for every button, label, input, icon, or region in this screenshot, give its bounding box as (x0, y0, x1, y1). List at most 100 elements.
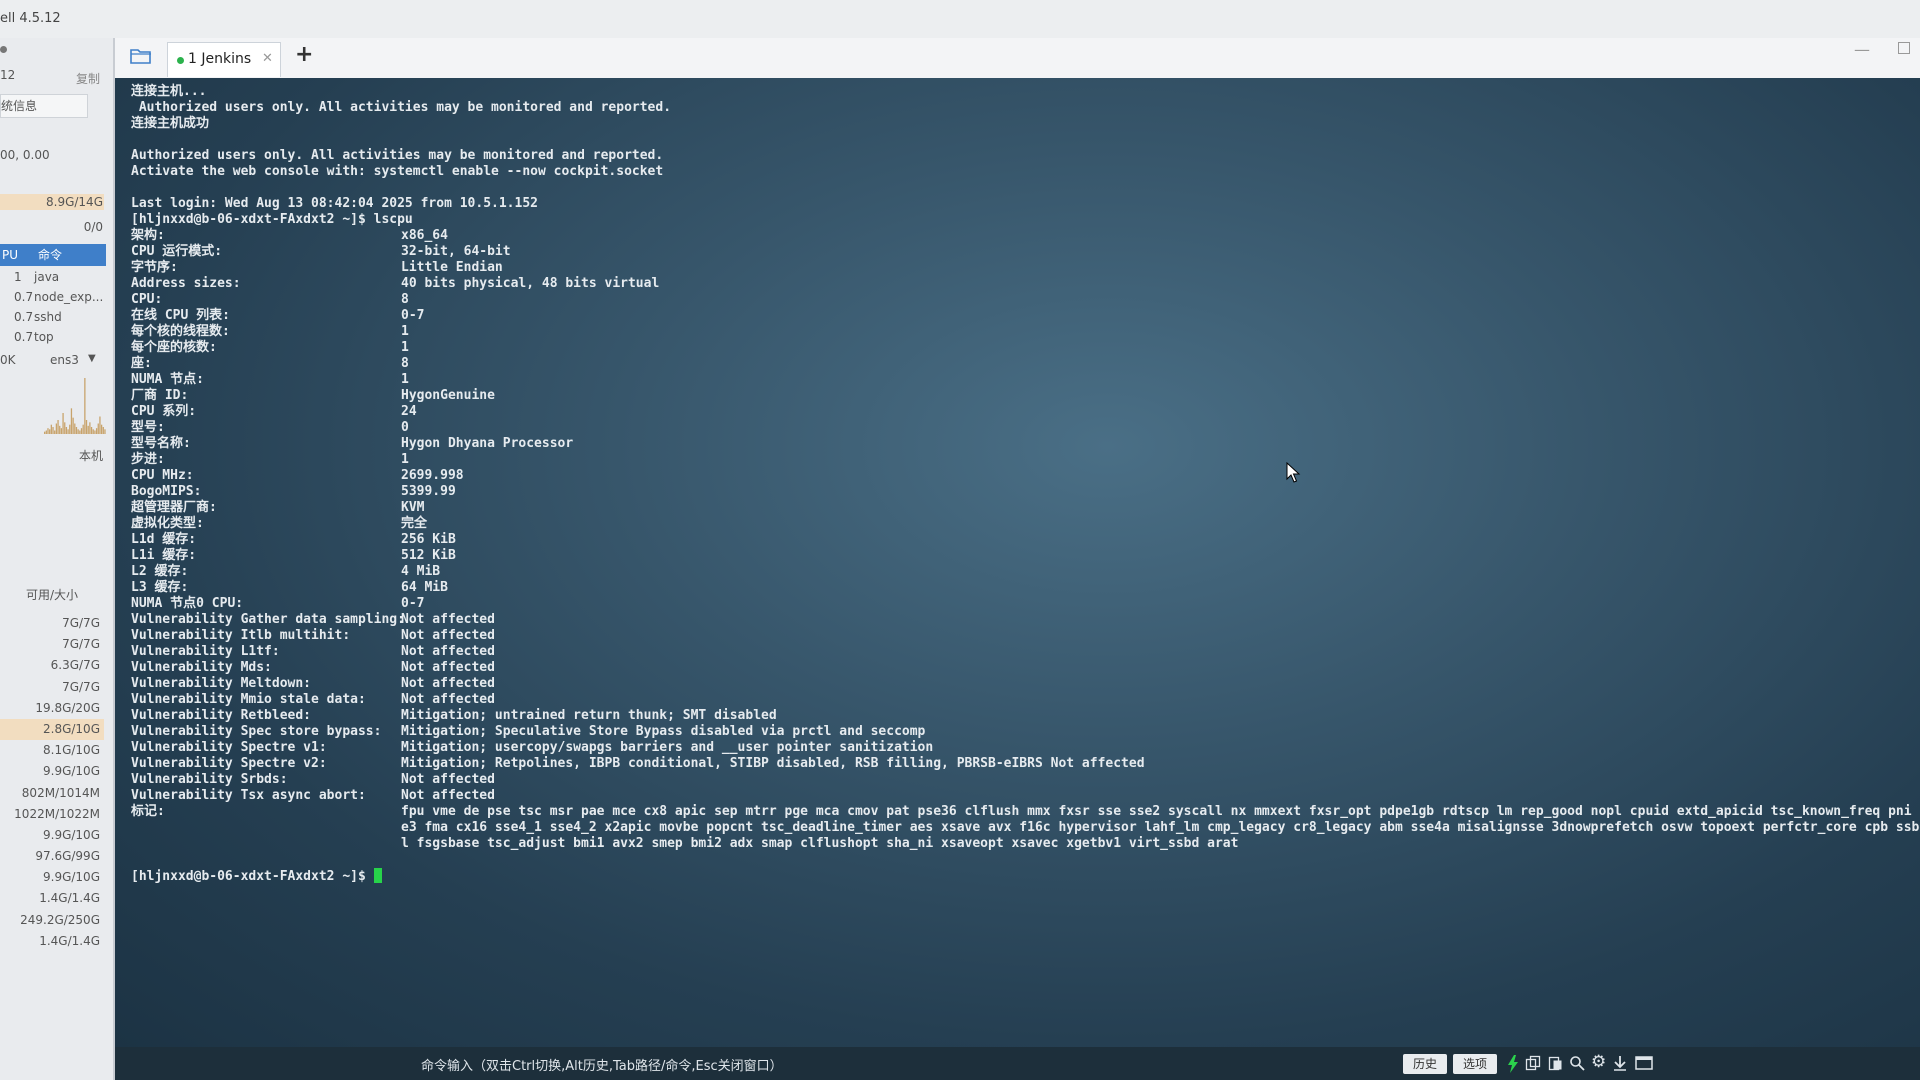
disk-row[interactable]: 1.4G/1.4G (0, 931, 104, 952)
lscpu-row: L1d 缓存: 256 KiB (131, 532, 1920, 548)
network-bar (100, 424, 103, 434)
disk-row[interactable]: 6.3G/7G (0, 655, 104, 676)
terminal-line: Authorized users only. All activities ma… (131, 148, 664, 163)
lscpu-key: 架构: (131, 228, 165, 243)
lscpu-key: L1d 缓存: (131, 532, 197, 547)
process-table-header[interactable]: PU 命令 (0, 244, 106, 266)
disk-row[interactable]: 1022M/1022M (0, 804, 104, 825)
disk-row[interactable]: 1.4G/1.4G (0, 888, 104, 909)
lscpu-value: 0-7 (401, 596, 425, 611)
lscpu-row: BogoMIPS: 5399.99 (131, 484, 1920, 500)
lscpu-row: Vulnerability L1tf: Not affected (131, 644, 1920, 660)
network-bar (62, 413, 64, 434)
lscpu-value: fpu vme de pse tsc msr pae mce cx8 apic … (401, 804, 1920, 819)
lscpu-row: L1i 缓存: 512 KiB (131, 548, 1920, 564)
network-bar (102, 427, 104, 434)
lscpu-key: Vulnerability Gather data sampling: (131, 612, 405, 627)
prompt-line[interactable]: [hljnxxd@b-06-xdxt-FAxdxt2 ~]$ (131, 868, 1920, 884)
lscpu-row: 座: 8 (131, 356, 1920, 372)
gear-icon[interactable]: ⚙ (1591, 1052, 1606, 1072)
search-icon[interactable] (1569, 1055, 1585, 1071)
lscpu-row: 标记: fpu vme de pse tsc msr pae mce cx8 ap… (131, 804, 1920, 820)
network-bar (85, 420, 88, 434)
lscpu-key: Vulnerability Mmio stale data: (131, 692, 366, 707)
disk-row[interactable]: 802M/1014M (0, 783, 104, 804)
lscpu-row: CPU 系列: 24 (131, 404, 1920, 420)
add-tab-button[interactable]: + (295, 42, 313, 67)
terminal-line: 连接主机成功 (131, 116, 210, 131)
folder-icon[interactable] (129, 46, 153, 66)
lscpu-key: L2 缓存: (131, 564, 189, 579)
network-bar (84, 378, 86, 434)
lscpu-key: Vulnerability Srbds: (131, 772, 288, 787)
lscpu-key: 厂商 ID: (131, 388, 189, 403)
memory-value: 8.9G/14G (46, 195, 103, 209)
terminal-line: l fsgsbase tsc_adjust bmi1 avx2 smep bmi… (401, 836, 1239, 851)
lightning-icon[interactable] (1507, 1055, 1519, 1073)
disk-row[interactable]: 9.9G/10G (0, 761, 104, 782)
paste-icon[interactable] (1547, 1055, 1563, 1071)
lscpu-row: L2 缓存: 4 MiB (131, 564, 1920, 580)
copy-button[interactable]: 复制 (76, 70, 100, 87)
network-bar (67, 429, 69, 434)
lscpu-value: Little Endian (401, 260, 503, 275)
lscpu-key: 每个座的核数: (131, 340, 217, 355)
network-bar (72, 417, 74, 434)
lscpu-value: HygonGenuine (401, 388, 495, 403)
sysinfo-button[interactable]: 统信息 (0, 94, 88, 118)
text-cursor (373, 868, 382, 883)
restore-icon[interactable] (1898, 42, 1910, 54)
lscpu-value: Not affected (401, 644, 495, 659)
network-interface-select[interactable]: ens3 (50, 353, 79, 367)
download-icon[interactable] (1613, 1055, 1627, 1071)
lscpu-key: Vulnerability Retbleed: (131, 708, 312, 723)
network-bar (44, 431, 46, 434)
chevron-down-icon[interactable]: ▼ (88, 353, 96, 364)
disk-row[interactable]: 8.1G/10G (0, 740, 104, 761)
lscpu-key: Vulnerability Itlb multihit: (131, 628, 351, 643)
disk-table-header[interactable]: 可用/大小 (26, 586, 78, 603)
network-bar (80, 428, 83, 434)
network-bar (77, 429, 79, 434)
network-bar (87, 425, 89, 434)
lscpu-value: 0-7 (401, 308, 425, 323)
command-column-header[interactable]: 命令 (38, 244, 62, 266)
lscpu-row: Vulnerability Spectre v1: Mitigation; use… (131, 740, 1920, 756)
lscpu-row: CPU MHz: 2699.998 (131, 468, 1920, 484)
lscpu-value: Mitigation; Speculative Store Bypass dis… (401, 724, 926, 739)
copy-icon[interactable] (1525, 1055, 1541, 1071)
local-label: 本机 (78, 449, 103, 463)
disk-row[interactable]: 7G/7G (0, 613, 104, 634)
disk-row[interactable]: 249.2G/250G (0, 910, 104, 931)
lscpu-row: 每个座的核数: 1 (131, 340, 1920, 356)
lscpu-row: CPU 运行模式: 32-bit, 64-bit (131, 244, 1920, 260)
lscpu-value: KVM (401, 500, 425, 515)
close-icon[interactable]: ✕ (262, 51, 273, 66)
window-icon[interactable] (1635, 1055, 1653, 1071)
disk-row[interactable]: 19.8G/20G (0, 698, 104, 719)
lscpu-row: 架构: x86_64 (131, 228, 1920, 244)
disk-row[interactable]: 2.8G/10G (0, 718, 104, 741)
lscpu-value: 8 (401, 292, 409, 307)
network-bar (47, 428, 49, 434)
network-bar (69, 424, 71, 434)
terminal[interactable]: 连接主机... Authorized users only. All activ… (115, 78, 1920, 1047)
lscpu-row: Vulnerability Meltdown: Not affected (131, 676, 1920, 692)
disk-row[interactable]: 97.6G/99G (0, 846, 104, 867)
minimize-icon[interactable]: — (1854, 40, 1870, 59)
disk-row[interactable]: 9.9G/10G (0, 825, 104, 846)
cpu-column-header[interactable]: PU (2, 244, 18, 266)
command-input[interactable]: 命令输入（双击Ctrl切换,Alt历史,Tab路径/命令,Esc关闭窗口） (421, 1055, 783, 1074)
options-button[interactable]: 选项 (1453, 1054, 1497, 1074)
terminal-line: Authorized users only. All activities ma… (131, 100, 672, 115)
lscpu-value: 512 KiB (401, 548, 456, 563)
disk-row[interactable]: 7G/7G (0, 677, 104, 698)
history-button[interactable]: 历史 (1403, 1054, 1447, 1074)
disk-row[interactable]: 7G/7G (0, 634, 104, 655)
disk-row[interactable]: 9.9G/10G (0, 867, 104, 888)
lscpu-row: L3 缓存: 64 MiB (131, 580, 1920, 596)
lscpu-value: 24 (401, 404, 417, 419)
network-bar (65, 427, 68, 434)
lscpu-key: 在线 CPU 列表: (131, 308, 230, 323)
tab-jenkins[interactable]: 1 Jenkins ✕ (167, 42, 281, 77)
